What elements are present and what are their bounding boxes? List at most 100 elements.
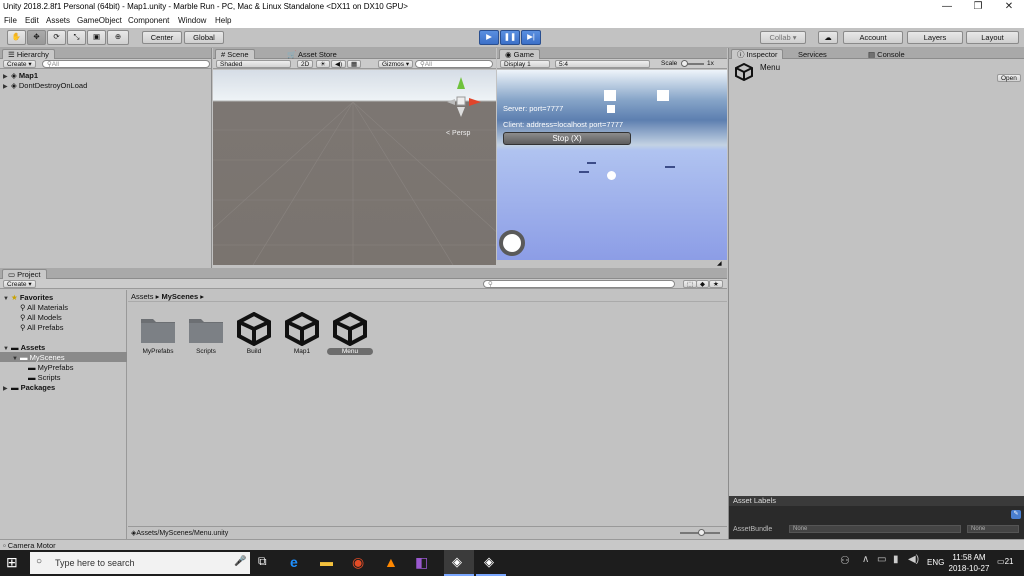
folder-item-myprefabs[interactable]: ▬ MyPrefabs	[28, 363, 73, 372]
people-icon[interactable]: ⚇	[840, 554, 860, 572]
vlc-icon[interactable]: ▲	[384, 554, 404, 572]
menu-file[interactable]: File	[4, 16, 17, 25]
visual-studio-icon[interactable]: ◧	[415, 554, 435, 572]
menu-window[interactable]: Window	[178, 16, 206, 25]
shading-mode-dropdown[interactable]: Shaded	[216, 60, 291, 68]
tag-icon[interactable]: ✎	[1011, 510, 1021, 519]
asset-bundle-dropdown[interactable]: None	[789, 525, 961, 533]
lighting-toggle-icon[interactable]: ☀	[316, 60, 330, 68]
pivot-center-button[interactable]: Center	[142, 31, 182, 44]
volume-icon[interactable]: ◀)	[908, 554, 928, 572]
effects-toggle-icon[interactable]: ▦	[347, 60, 362, 68]
tab-console[interactable]: ▤ Console	[862, 49, 911, 59]
asset-scene[interactable]: Build	[229, 312, 279, 355]
account-dropdown[interactable]: Account	[843, 31, 903, 44]
chrome-icon[interactable]: ◉	[352, 554, 372, 572]
pause-button[interactable]: ❚❚	[500, 30, 520, 45]
scale-slider-thumb[interactable]	[681, 60, 688, 67]
language-indicator[interactable]: ENG	[927, 558, 944, 567]
layout-dropdown[interactable]: Layout	[966, 31, 1019, 44]
project-search-input[interactable]: ⚲	[483, 280, 675, 288]
expand-arrow-icon[interactable]: ▶	[3, 385, 11, 392]
rect-tool-button[interactable]: ▣	[87, 30, 106, 45]
tab-scene[interactable]: # Scene	[215, 49, 255, 59]
breadcrumb-root[interactable]: Assets	[131, 292, 154, 301]
scene-view[interactable]: < Persp	[213, 70, 496, 265]
rotate-tool-button[interactable]: ⟳	[47, 30, 66, 45]
layers-dropdown[interactable]: Layers	[907, 31, 963, 44]
collapse-arrow-icon[interactable]: ▼	[3, 296, 11, 302]
expand-arrow-icon[interactable]: ▶	[3, 73, 11, 80]
cloud-button[interactable]: ☁	[818, 31, 838, 44]
close-button[interactable]: ✕	[994, 1, 1024, 12]
breadcrumb-current[interactable]: MyScenes	[161, 292, 198, 301]
step-button[interactable]: ▶|	[521, 30, 541, 45]
asset-scene[interactable]: Map1	[277, 312, 327, 355]
taskbar-search-input[interactable]: ○ Type here to search 🎤	[30, 552, 250, 574]
tab-project[interactable]: ▭ Project	[2, 269, 47, 279]
open-button[interactable]: Open	[997, 74, 1021, 82]
microphone-icon[interactable]: 🎤	[234, 556, 246, 567]
joystick-button[interactable]	[499, 230, 525, 256]
game-view[interactable]: Server: port=7777 Client: address=localh…	[497, 70, 727, 260]
hand-tool-button[interactable]: ✋	[7, 30, 26, 45]
tab-services[interactable]: Services	[792, 49, 833, 59]
menu-edit[interactable]: Edit	[25, 16, 39, 25]
hierarchy-item[interactable]: ▶ ◈ DontDestroyOnLoad	[3, 81, 87, 90]
2d-toggle[interactable]: 2D	[297, 60, 314, 68]
favorites-section[interactable]: ▼ ★ Favorites	[3, 293, 53, 302]
folder-item-myscenes[interactable]: ▼ ▬ MyScenes	[12, 353, 65, 362]
menu-help[interactable]: Help	[215, 16, 231, 25]
icon-size-slider-thumb[interactable]	[698, 529, 705, 536]
filter-label-icon[interactable]: ◆	[696, 280, 709, 288]
favorite-star-icon[interactable]: ★	[709, 280, 723, 288]
tab-asset-store[interactable]: 🛒 Asset Store	[281, 49, 343, 59]
favorite-item[interactable]: ⚲ All Prefabs	[20, 323, 63, 332]
display-dropdown[interactable]: Display 1	[500, 60, 550, 68]
clock-time[interactable]: 11:58 AM	[950, 553, 988, 562]
favorite-item[interactable]: ⚲ All Materials	[20, 303, 68, 312]
task-view-icon[interactable]: ⧉	[258, 554, 278, 572]
assets-section[interactable]: ▼ ▬ Assets	[3, 343, 45, 352]
space-global-button[interactable]: Global	[184, 31, 224, 44]
folder-item-scripts[interactable]: ▬ Scripts	[28, 373, 61, 382]
notifications-icon[interactable]: ▭21	[997, 557, 1013, 566]
tab-hierarchy[interactable]: ☰ Hierarchy	[2, 49, 55, 59]
favorite-item[interactable]: ⚲ All Models	[20, 313, 62, 322]
menu-assets[interactable]: Assets	[46, 16, 70, 25]
clock-date[interactable]: 2018-10-27	[946, 564, 992, 573]
edge-browser-icon[interactable]: e	[290, 554, 310, 572]
tab-game[interactable]: ◉ Game	[499, 49, 541, 59]
gizmos-dropdown[interactable]: Gizmos ▾	[378, 60, 414, 68]
expand-arrow-icon[interactable]: ▶	[3, 83, 11, 90]
menu-gameobject[interactable]: GameObject	[77, 16, 122, 25]
asset-folder[interactable]: Scripts	[181, 314, 231, 355]
aspect-dropdown[interactable]: 5:4	[555, 60, 650, 68]
unity-taskbar-item[interactable]: ◈	[476, 550, 506, 576]
transform-tool-button[interactable]: ⊕	[107, 30, 129, 45]
asset-scene-selected[interactable]: Menu	[325, 312, 375, 355]
persp-label[interactable]: < Persp	[446, 130, 470, 137]
scene-search-input[interactable]: ⚲All	[415, 60, 493, 68]
audio-toggle-icon[interactable]: ◀)	[331, 60, 347, 68]
resize-icon[interactable]: ◢	[717, 260, 722, 267]
project-create-button[interactable]: Create ▾	[3, 280, 36, 288]
scale-tool-button[interactable]: ⤡	[67, 30, 86, 45]
menu-component[interactable]: Component	[128, 16, 169, 25]
collapse-arrow-icon[interactable]: ▼	[12, 356, 20, 362]
asset-variant-dropdown[interactable]: None	[967, 525, 1019, 533]
collab-button[interactable]: Collab ▾	[760, 31, 806, 44]
play-button[interactable]: ▶	[479, 30, 499, 45]
windows-start-icon[interactable]: ⊞	[6, 554, 26, 572]
unity-taskbar-item-active[interactable]: ◈	[444, 550, 474, 576]
hierarchy-create-button[interactable]: Create ▾	[3, 60, 36, 68]
tab-inspector[interactable]: ⓘ Inspector	[731, 49, 784, 59]
move-tool-button[interactable]: ✥	[27, 30, 46, 45]
maximize-button[interactable]: ❐	[963, 1, 993, 12]
minimize-button[interactable]: —	[932, 1, 962, 12]
asset-labels-header[interactable]: Asset Labels	[729, 496, 1024, 506]
stop-button[interactable]: Stop (X)	[503, 132, 631, 145]
hierarchy-item[interactable]: ▶ ◈ Map1	[3, 71, 38, 80]
hierarchy-search-input[interactable]: ⚲All	[42, 60, 210, 68]
file-explorer-icon[interactable]: ▬	[320, 554, 340, 572]
